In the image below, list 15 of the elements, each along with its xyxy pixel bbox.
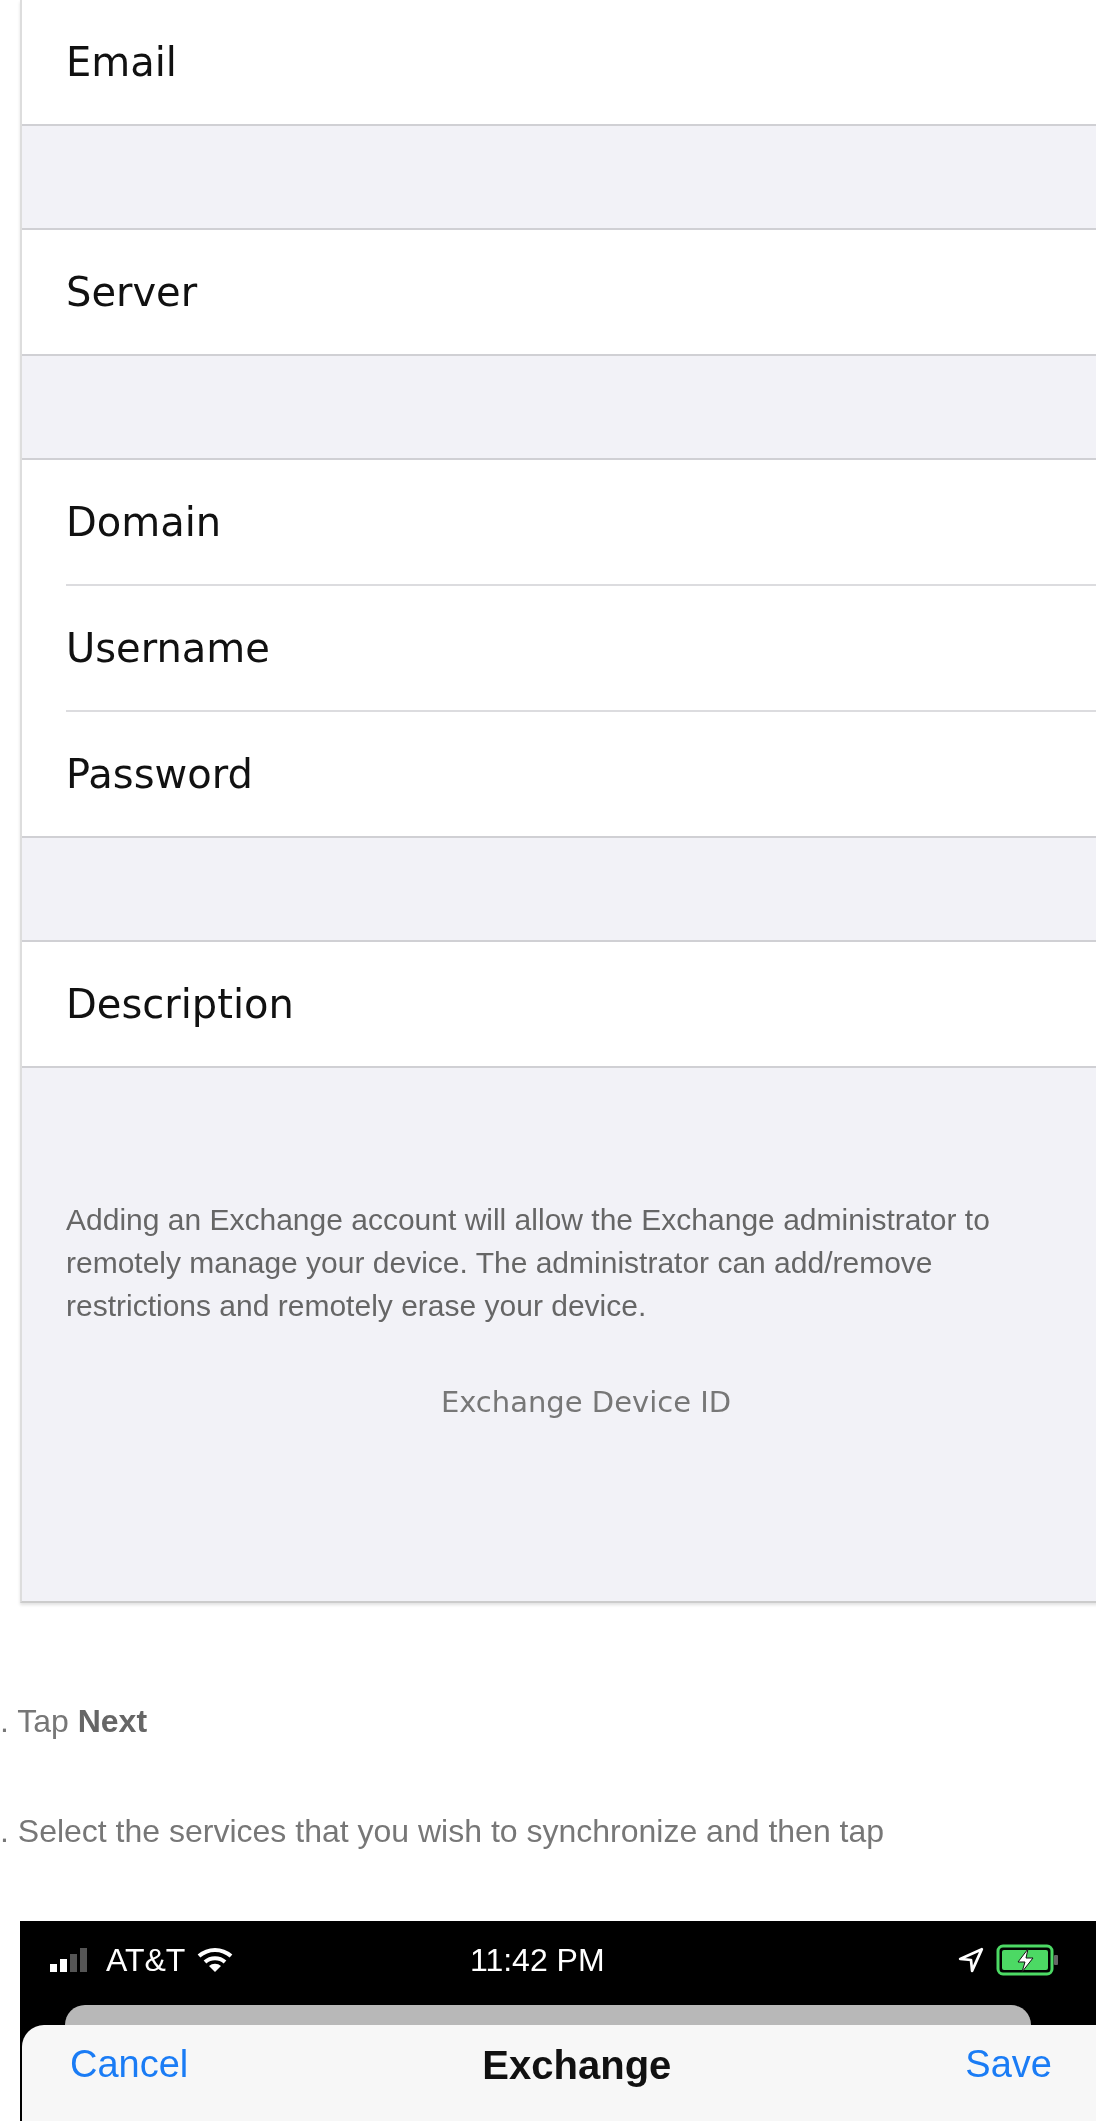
text-field[interactable]: Password bbox=[66, 712, 1096, 836]
wifi-icon bbox=[197, 1947, 234, 1973]
carrier-name: AT&T bbox=[106, 1941, 186, 1979]
sheet-title: Exchange bbox=[482, 2043, 672, 2088]
battery-charging-icon bbox=[996, 1944, 1060, 1976]
step-text: . Tap Next bbox=[0, 1702, 149, 1741]
save-button[interactable]: Save bbox=[965, 2043, 1052, 2086]
location-arrow-icon bbox=[958, 1947, 984, 1973]
device-id-link[interactable]: Exchange Device ID bbox=[66, 1385, 1096, 1419]
notice-text: Adding an Exchange account will allow the Exchange administrator to remotely manage your device. The administrator can add/remove restrictions and remotely erase your device. bbox=[66, 1202, 991, 1324]
cancel-button[interactable]: Cancel bbox=[70, 2043, 189, 2086]
status-time: 11:42 PM bbox=[470, 1941, 605, 1979]
text-field[interactable]: Username bbox=[66, 586, 1096, 712]
text-field[interactable]: Domain bbox=[66, 460, 1096, 586]
step-text: . Select the services that you wish to synchronize and then tap bbox=[0, 1812, 886, 1851]
